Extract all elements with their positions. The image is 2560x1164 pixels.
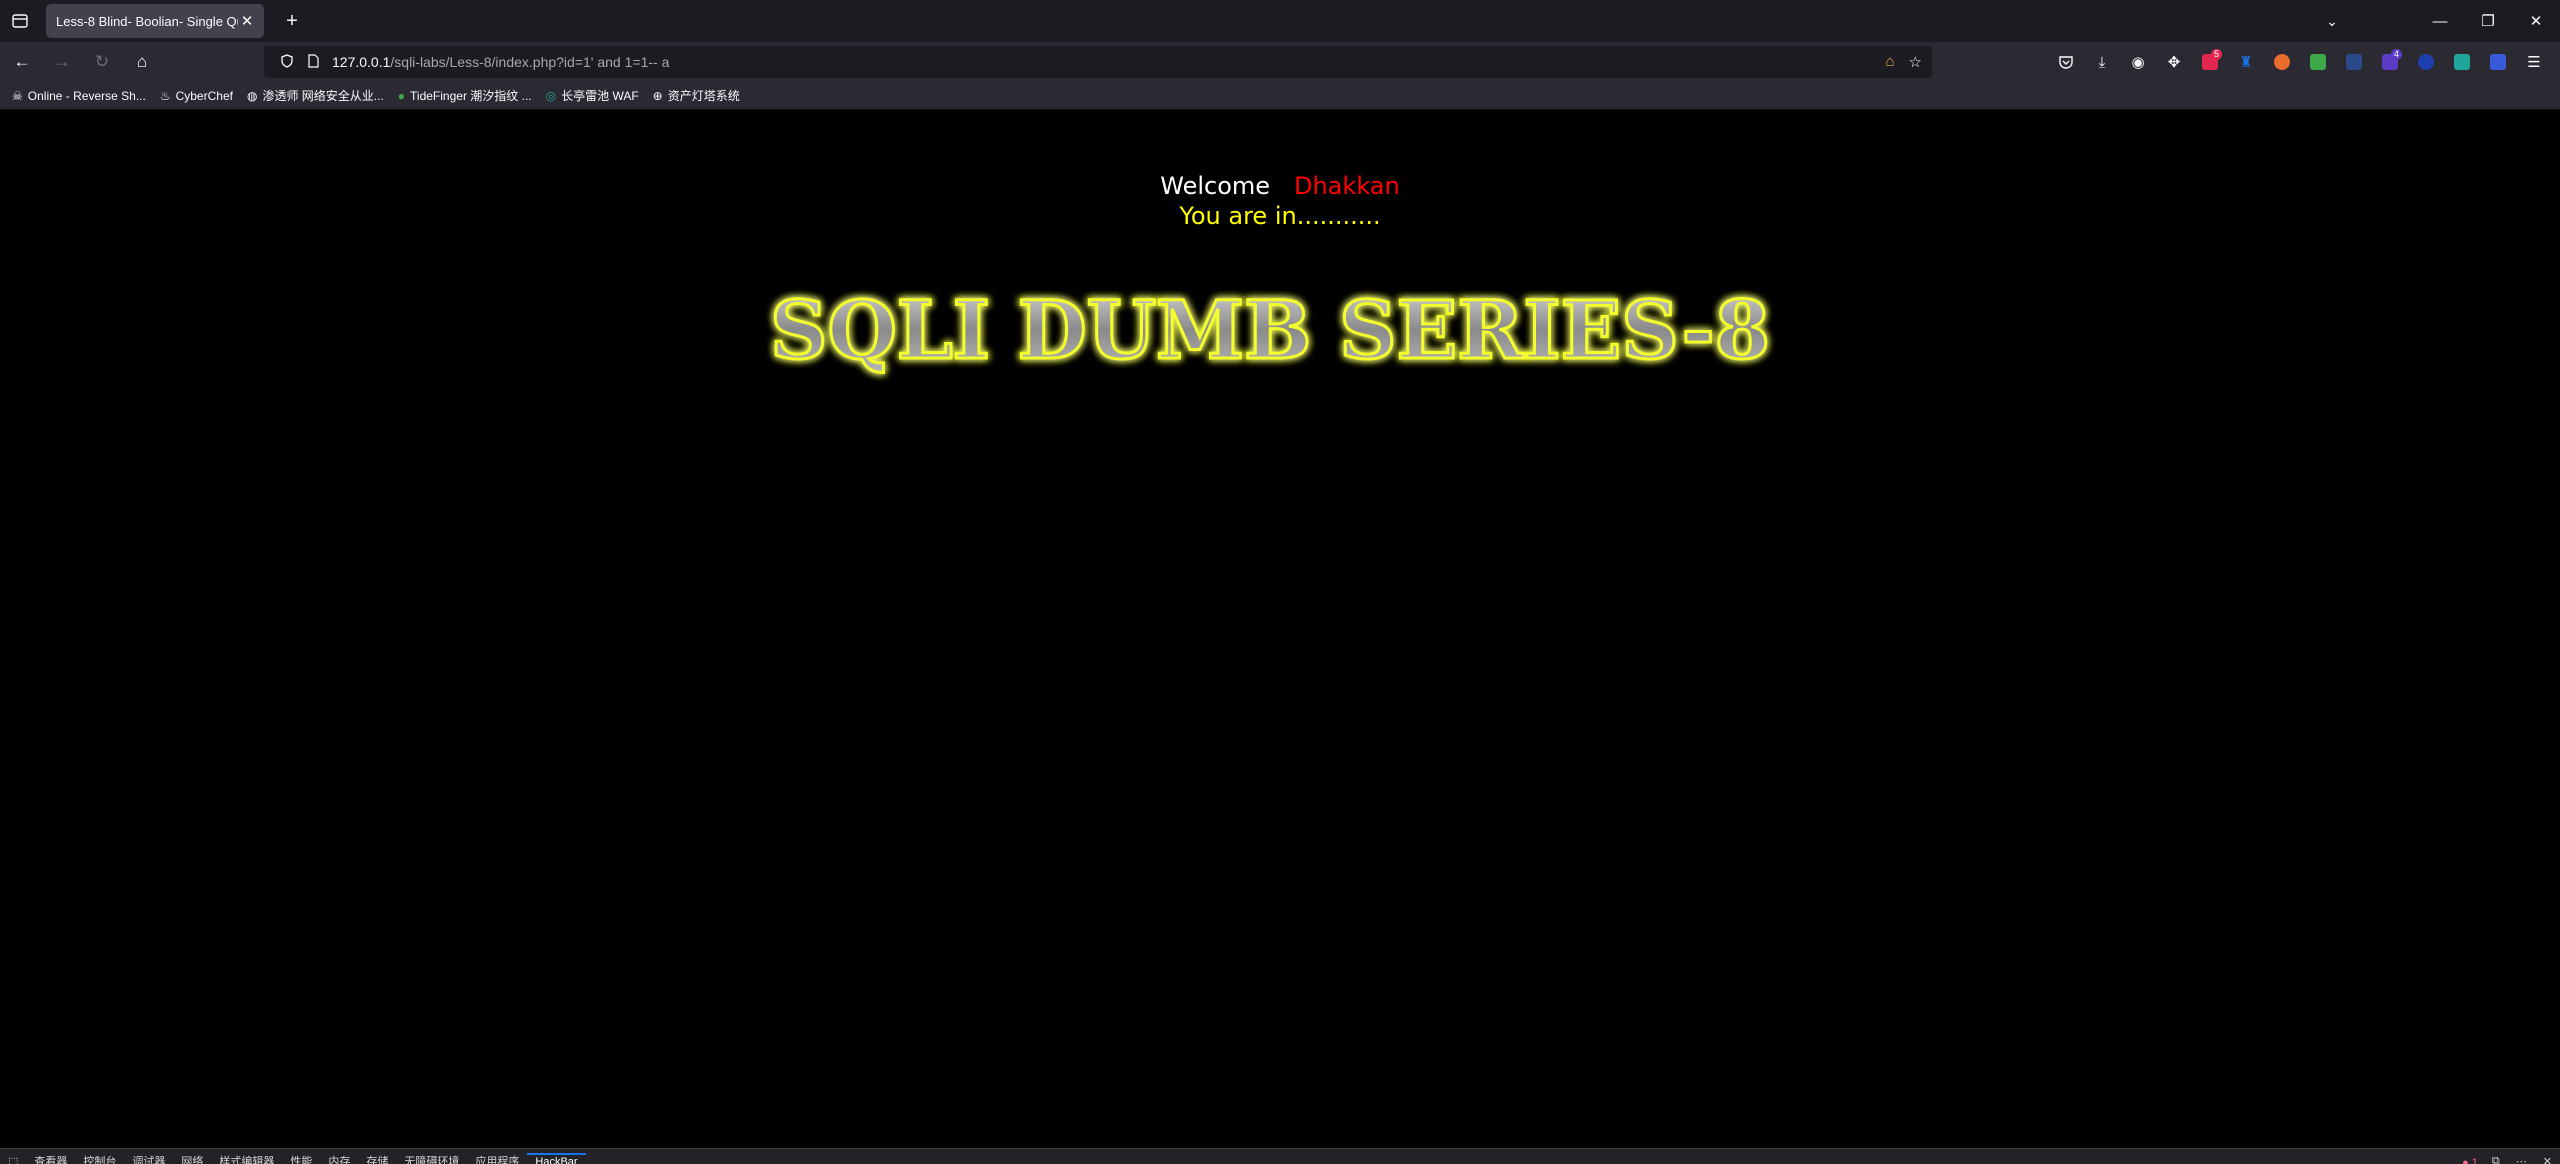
devtools-tab-hackbar[interactable]: HackBar bbox=[527, 1153, 586, 1164]
devtools-tab-storage[interactable]: 存储 bbox=[358, 1153, 396, 1164]
navigation-bar: ← → ↻ ⌂ 127.0.0.1/sqli-labs/Less-8/index… bbox=[0, 42, 2560, 82]
devtools-tab-debugger[interactable]: 调试器 bbox=[124, 1153, 173, 1164]
tab-label: 无障碍环境 bbox=[404, 1156, 460, 1164]
ext-figure-icon[interactable]: ♜ bbox=[2228, 46, 2264, 78]
extensions-icon[interactable]: ✥ bbox=[2156, 46, 2192, 78]
devtools-tab-console[interactable]: 控制台 bbox=[75, 1153, 124, 1164]
bookmark-tidefinger[interactable]: ● TideFinger 潮汐指纹 ... bbox=[398, 87, 532, 104]
username-text: Dhakkan bbox=[1294, 172, 1400, 200]
tidefinger-icon: ● bbox=[397, 88, 406, 103]
firefox-view-icon[interactable] bbox=[0, 0, 40, 42]
ext-red-icon[interactable]: 5 bbox=[2192, 46, 2228, 78]
active-tab[interactable]: Less-8 Blind- Boolian- Single Qu ✕ bbox=[46, 4, 264, 38]
devtools-tab-inspector[interactable]: 查看器 bbox=[26, 1153, 75, 1164]
error-count-badge[interactable]: ● 1 bbox=[2456, 1157, 2484, 1164]
sqli-dumb-series-banner: SQLI DUMB SERIES-8 bbox=[769, 282, 1772, 379]
bookmark-label: Online - Reverse Sh... bbox=[27, 88, 146, 103]
bookmark-tester[interactable]: ◍ 渗透师 网络安全从业... bbox=[247, 87, 384, 104]
page-content: Welcome Dhakkan You are in........... SQL… bbox=[0, 110, 2560, 1148]
error-count: 1 bbox=[2471, 1157, 2478, 1164]
close-window-icon[interactable]: ✕ bbox=[2512, 0, 2560, 42]
ext-circle-icon[interactable] bbox=[2408, 46, 2444, 78]
globe-icon: ⊕ bbox=[652, 88, 663, 103]
page-action-home-icon[interactable]: ⌂ bbox=[1885, 53, 1894, 71]
bookmark-safeline-waf[interactable]: ◎ 长亭雷池 WAF bbox=[546, 87, 639, 104]
restore-icon[interactable]: ❐ bbox=[2464, 0, 2512, 42]
tab-label: 查看器 bbox=[34, 1156, 68, 1164]
ext-purple-icon[interactable]: 4 bbox=[2372, 46, 2408, 78]
bookmark-asset-lighthouse[interactable]: ⊕ 资产灯塔系统 bbox=[653, 87, 740, 104]
bookmark-label: 长亭雷池 WAF bbox=[561, 89, 639, 103]
bookmark-label: 资产灯塔系统 bbox=[667, 89, 740, 103]
bookmarks-toolbar: ☠ Online - Reverse Sh... ♨ CyberChef ◍ 渗… bbox=[0, 82, 2560, 110]
tab-title: Less-8 Blind- Boolian- Single Qu bbox=[56, 13, 238, 29]
welcome-line: Welcome Dhakkan bbox=[0, 172, 2560, 200]
back-icon[interactable]: ← bbox=[4, 46, 40, 78]
shield-icon[interactable] bbox=[274, 53, 300, 71]
forward-icon[interactable]: → bbox=[44, 46, 80, 78]
skull-icon: ☠ bbox=[12, 88, 23, 103]
welcome-text: Welcome bbox=[1160, 172, 1271, 200]
ext-fox-icon[interactable] bbox=[2264, 46, 2300, 78]
download-icon[interactable]: ⤓ bbox=[2084, 46, 2120, 78]
tab-label: 样式编辑器 bbox=[219, 1156, 275, 1164]
new-tab-icon[interactable]: + bbox=[274, 0, 310, 42]
tab-label: 内存 bbox=[328, 1156, 351, 1164]
bookmark-label: CyberChef bbox=[175, 88, 233, 103]
app-menu-icon[interactable]: ☰ bbox=[2516, 46, 2552, 78]
devtools-tab-performance[interactable]: 性能 bbox=[282, 1153, 320, 1164]
devtools-dock-icon[interactable]: ⧉ bbox=[2484, 1153, 2508, 1164]
radar-icon: ◎ bbox=[545, 88, 557, 103]
tab-strip: Less-8 Blind- Boolian- Single Qu ✕ + ⌄ —… bbox=[0, 0, 2560, 42]
chef-icon: ♨ bbox=[159, 88, 171, 103]
devtools-tab-accessibility[interactable]: 无障碍环境 bbox=[396, 1153, 467, 1164]
close-tab-icon[interactable]: ✕ bbox=[238, 12, 256, 30]
url-text[interactable]: 127.0.0.1/sqli-labs/Less-8/index.php?id=… bbox=[332, 54, 1885, 70]
url-path: /sqli-labs/Less-8/index.php?id=1' and 1=… bbox=[390, 54, 670, 70]
tab-label: 应用程序 bbox=[475, 1156, 520, 1164]
ext-green-icon[interactable] bbox=[2300, 46, 2336, 78]
tab-label: 控制台 bbox=[83, 1156, 117, 1164]
ext-blue-icon[interactable] bbox=[2480, 46, 2516, 78]
bookmark-star-icon[interactable]: ☆ bbox=[1909, 53, 1922, 71]
devtools-close-icon[interactable]: ✕ bbox=[2535, 1153, 2560, 1164]
devtools-menu-icon[interactable]: ⋯ bbox=[2508, 1153, 2535, 1164]
ext-red-badge: 5 bbox=[2210, 49, 2222, 60]
devtools-tab-application[interactable]: 应用程序 bbox=[467, 1153, 527, 1164]
ext-teal-icon[interactable] bbox=[2444, 46, 2480, 78]
minimize-icon[interactable]: — bbox=[2416, 0, 2464, 42]
tab-label: 性能 bbox=[290, 1156, 313, 1164]
bookmark-label: TideFinger 潮汐指纹 ... bbox=[410, 89, 532, 103]
pocket-icon[interactable] bbox=[2048, 46, 2084, 78]
devtools-toolbar: ⬚ 查看器 控制台 调试器 网络 样式编辑器 性能 内存 存储 无障碍环境 应用… bbox=[0, 1148, 2560, 1164]
tab-label: 调试器 bbox=[132, 1156, 166, 1164]
bookmark-cyberchef[interactable]: ♨ CyberChef bbox=[160, 89, 233, 103]
url-bar[interactable]: 127.0.0.1/sqli-labs/Less-8/index.php?id=… bbox=[264, 46, 1932, 78]
home-icon[interactable]: ⌂ bbox=[124, 46, 160, 78]
status-message: You are in........... bbox=[1179, 202, 1381, 230]
devtools-tab-style-editor[interactable]: 样式编辑器 bbox=[211, 1153, 282, 1164]
banner-text: SQLI DUMB SERIES-8 bbox=[770, 283, 1770, 377]
tab-label: HackBar bbox=[535, 1156, 578, 1164]
ext-fx-icon[interactable] bbox=[2336, 46, 2372, 78]
devtools-pick-icon[interactable]: ⬚ bbox=[0, 1153, 26, 1164]
ext-purple-badge: 4 bbox=[2390, 49, 2402, 60]
tester-icon: ◍ bbox=[246, 88, 258, 103]
devtools-tab-memory[interactable]: 内存 bbox=[320, 1153, 358, 1164]
page-icon[interactable] bbox=[300, 53, 326, 71]
url-host: 127.0.0.1 bbox=[332, 54, 391, 70]
tab-label: 网络 bbox=[181, 1156, 204, 1164]
devtools-tab-network[interactable]: 网络 bbox=[173, 1153, 211, 1164]
bookmark-label: 渗透师 网络安全从业... bbox=[262, 89, 384, 103]
bookmark-reverse-shell[interactable]: ☠ Online - Reverse Sh... bbox=[12, 89, 146, 103]
toolbar-extensions: ⤓ ◉ ✥ 5 ♜ 4 ☰ bbox=[2048, 42, 2552, 82]
account-icon[interactable]: ◉ bbox=[2120, 46, 2156, 78]
list-all-tabs-icon[interactable]: ⌄ bbox=[2308, 0, 2356, 42]
reload-icon[interactable]: ↻ bbox=[84, 46, 120, 78]
tab-label: 存储 bbox=[366, 1156, 389, 1164]
